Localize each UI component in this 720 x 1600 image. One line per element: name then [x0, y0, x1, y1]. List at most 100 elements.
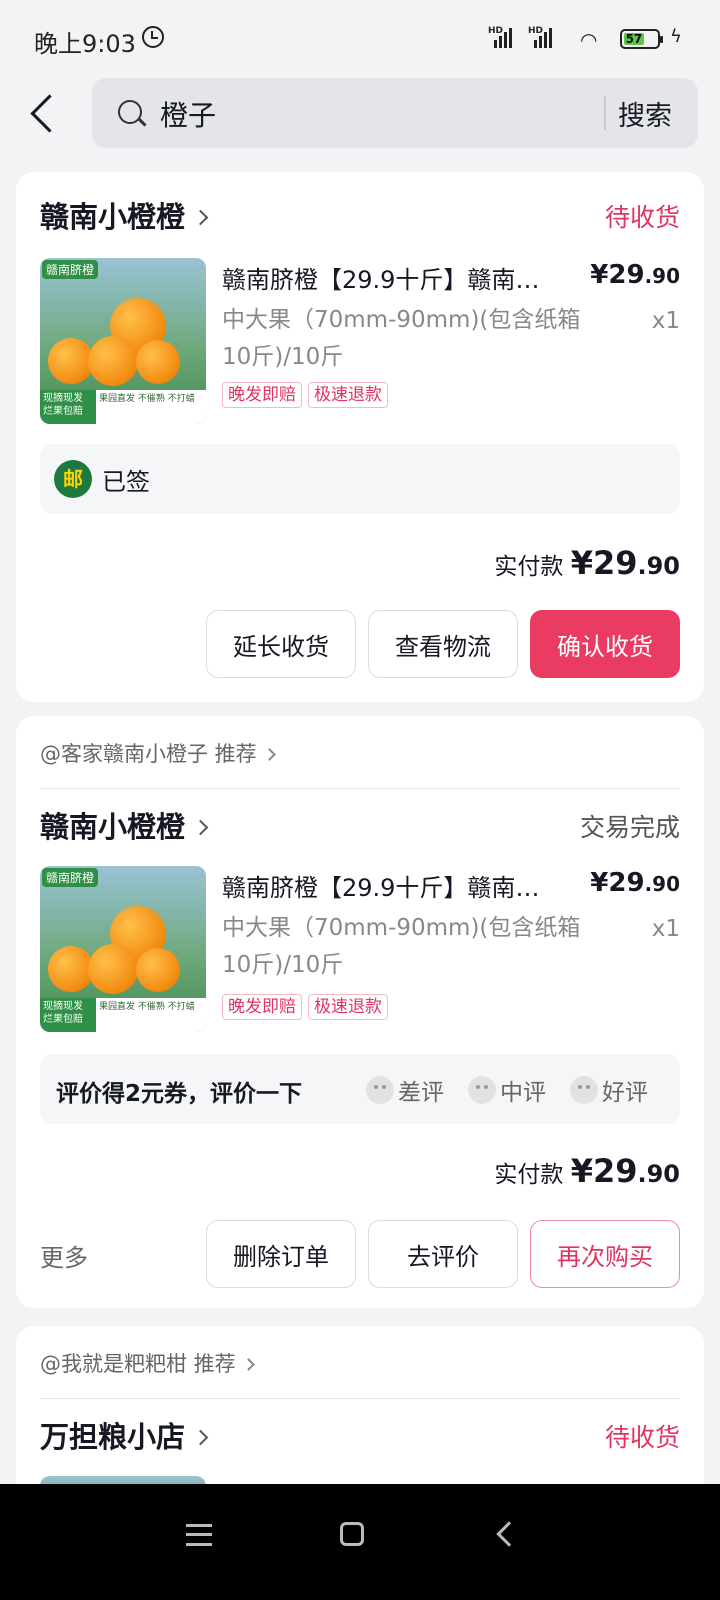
order-card[interactable]: @客家赣南小橙子 推荐 赣南小橙橙 交易完成 赣南脐橙 现摘现发 烂果包赔 果园直… [16, 716, 704, 1308]
shop-name[interactable]: 赣南小橙橙 [40, 194, 209, 236]
review-neutral-label: 中评 [500, 1080, 546, 1106]
search-bar[interactable]: 橙子 搜索 [92, 78, 698, 148]
header: 橙子 搜索 [0, 78, 720, 148]
chevron-right-icon [192, 1429, 209, 1446]
orange [136, 340, 180, 384]
paid-label: 实付款 [494, 554, 564, 580]
price-main: ¥29 [590, 868, 645, 898]
product-qty: x1 [651, 916, 680, 942]
write-review-button[interactable]: 去评价 [368, 1220, 518, 1288]
extend-receipt-button[interactable]: 延长收货 [206, 610, 356, 678]
home-icon[interactable] [340, 1522, 364, 1546]
shop-name[interactable]: 赣南小橙橙 [40, 804, 209, 846]
recommender[interactable]: @我就是粑粑柑 推荐 [40, 1348, 255, 1378]
review-bad[interactable]: 差评 [366, 1073, 444, 1107]
back-icon[interactable] [28, 94, 62, 134]
thumb-banner-left: 现摘现发 烂果包赔 [40, 998, 96, 1032]
wifi-icon: ◠ [580, 28, 598, 52]
clock: 晚上9:03 [34, 30, 136, 58]
signal-icon [494, 26, 512, 48]
orange [88, 944, 138, 994]
paid-label: 实付款 [494, 1162, 564, 1188]
orange [88, 336, 138, 386]
thumb-tag: 赣南脐橙 [42, 260, 99, 279]
delete-order-button[interactable]: 删除订单 [206, 1220, 356, 1288]
price-main: ¥29 [590, 260, 645, 290]
action-buttons: 删除订单 去评价 再次购买 [206, 1220, 680, 1288]
search-button[interactable]: 搜索 [618, 94, 672, 133]
action-buttons: 延长收货 查看物流 确认收货 [206, 610, 680, 678]
chevron-right-icon [192, 819, 209, 836]
recommender[interactable]: @客家赣南小橙子 推荐 [40, 738, 276, 768]
product-thumbnail[interactable]: 赣南脐橙 现摘现发 烂果包赔 果园直发 不催熟 不打蜡 [40, 258, 206, 424]
system-nav-bar [0, 1484, 720, 1600]
review-neutral[interactable]: 中评 [468, 1073, 546, 1107]
order-status: 交易完成 [579, 813, 680, 842]
service-tags: 晚发即赔 极速退款 [222, 382, 388, 408]
search-icon [118, 100, 142, 124]
product-price: ¥29.90 [590, 260, 680, 290]
recommender-text: @我就是粑粑柑 推荐 [40, 1352, 236, 1376]
order-status: 待收货 [604, 1423, 680, 1452]
review-bad-label: 差评 [398, 1080, 444, 1106]
order-status: 待收货 [604, 203, 680, 232]
product-price: ¥29.90 [590, 868, 680, 898]
divider [604, 96, 606, 130]
buy-again-button[interactable]: 再次购买 [530, 1220, 680, 1288]
paid-amount: 实付款 ¥29.90 [494, 544, 680, 582]
price-decimal: .90 [644, 872, 680, 896]
tag-late-ship: 晚发即赔 [222, 994, 302, 1020]
paid-main: ¥29 [570, 544, 638, 582]
paid-amount: 实付款 ¥29.90 [494, 1152, 680, 1190]
thumb-banner-right: 果园直发 不催熟 不打蜡 [99, 394, 195, 404]
search-input[interactable]: 橙子 [160, 94, 216, 134]
paid-main: ¥29 [570, 1152, 638, 1190]
battery-icon: 57 [620, 29, 663, 49]
alarm-icon [142, 26, 164, 48]
product-thumbnail[interactable]: 赣南脐橙 现摘现发 烂果包赔 果园直发 不催熟 不打蜡 [40, 866, 206, 1032]
product-title[interactable]: 赣南脐橙【29.9十斤】赣南脐橙 [222, 260, 552, 295]
chevron-right-icon [241, 1358, 255, 1371]
neutral-face-icon [468, 1076, 496, 1104]
confirm-receipt-button[interactable]: 确认收货 [530, 610, 680, 678]
sad-face-icon [366, 1076, 394, 1104]
happy-face-icon [570, 1076, 598, 1104]
thumb-banner: 现摘现发 烂果包赔 果园直发 不催熟 不打蜡 [40, 998, 206, 1032]
logistics-status: 已签 [102, 468, 150, 496]
tag-fast-refund: 极速退款 [308, 994, 388, 1020]
status-bar: 晚上9:03 HD HD ◠ 57 ϟ [0, 0, 720, 80]
price-decimal: .90 [644, 264, 680, 288]
thumb-banner-right: 果园直发 不催熟 不打蜡 [99, 1002, 195, 1012]
product-title[interactable]: 赣南脐橙【29.9十斤】赣南脐橙 [222, 868, 552, 903]
tag-late-ship: 晚发即赔 [222, 382, 302, 408]
nav-back-icon[interactable] [496, 1521, 522, 1547]
order-card[interactable]: @我就是粑粑柑 推荐 万担粮小店 待收货 [16, 1326, 704, 1506]
divider [40, 1398, 680, 1399]
order-card[interactable]: 赣南小橙橙 待收货 赣南脐橙 现摘现发 烂果包赔 果园直发 不催熟 不打蜡 赣南脐… [16, 172, 704, 702]
shop-name-text: 万担粮小店 [40, 1420, 186, 1454]
thumb-banner: 现摘现发 烂果包赔 果园直发 不催熟 不打蜡 [40, 390, 206, 424]
paid-decimal: .90 [637, 552, 680, 580]
review-prompt: 评价得2元券，评价一下 [56, 1081, 303, 1107]
service-tags: 晚发即赔 极速退款 [222, 994, 388, 1020]
post-logo-icon: 邮 [54, 460, 92, 498]
review-good[interactable]: 好评 [570, 1073, 648, 1107]
product-qty: x1 [651, 308, 680, 334]
thumb-tag: 赣南脐橙 [42, 868, 99, 887]
shop-name[interactable]: 万担粮小店 [40, 1414, 209, 1456]
view-logistics-button[interactable]: 查看物流 [368, 610, 518, 678]
product-spec: 中大果（70mm-90mm)(包含纸箱10斤)/10斤 [222, 307, 581, 370]
charging-icon: ϟ [670, 26, 682, 47]
review-good-label: 好评 [602, 1080, 648, 1106]
product-spec: 中大果（70mm-90mm)(包含纸箱10斤)/10斤 [222, 915, 581, 978]
logistics-bar[interactable]: 邮 已签 [40, 444, 680, 514]
battery-level: 57 [624, 32, 644, 46]
menu-icon[interactable] [186, 1524, 212, 1546]
shop-name-text: 赣南小橙橙 [40, 200, 186, 234]
tag-fast-refund: 极速退款 [308, 382, 388, 408]
paid-decimal: .90 [637, 1160, 680, 1188]
chevron-right-icon [192, 209, 209, 226]
more-link[interactable]: 更多 [40, 1238, 88, 1273]
review-bar: 评价得2元券，评价一下 差评 中评 好评 [40, 1054, 680, 1124]
recommender-text: @客家赣南小橙子 推荐 [40, 742, 257, 766]
